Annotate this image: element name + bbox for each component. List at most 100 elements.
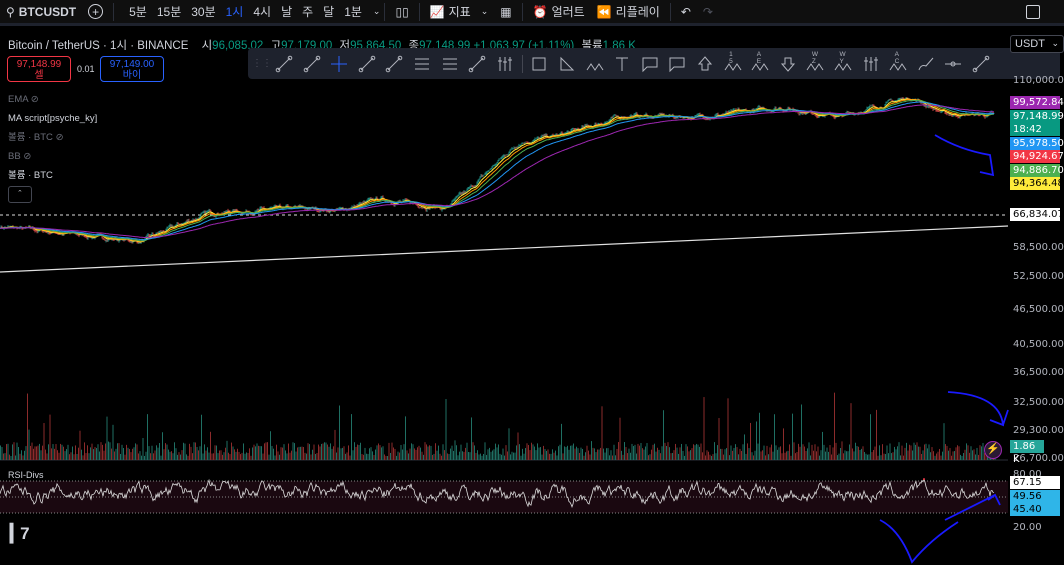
volume-bar	[216, 445, 217, 460]
undo-button[interactable]: ↶	[675, 0, 697, 25]
volume-bar	[315, 453, 316, 460]
volume-bar	[765, 455, 766, 460]
timeframe-2[interactable]: 30분	[186, 3, 220, 20]
volume-bar	[99, 451, 100, 460]
path-tool[interactable]	[581, 50, 608, 77]
volume-bar	[366, 453, 367, 460]
currency-select[interactable]: USDT ⌄	[1010, 35, 1064, 53]
volume-bar	[249, 448, 250, 460]
volume-bar	[780, 446, 781, 460]
volume-bar	[289, 452, 291, 460]
chart-canvas[interactable]	[0, 29, 1064, 565]
bars-pattern-tool[interactable]	[857, 50, 884, 77]
wave-wz-tool[interactable]: W Z	[802, 50, 829, 77]
volume-bar	[16, 442, 18, 460]
timeframe-6[interactable]: 주	[297, 3, 318, 20]
drag-tool[interactable]: ⋮⋮	[252, 50, 272, 77]
horizontal-lines-tool[interactable]	[409, 50, 436, 77]
volume-bar	[111, 448, 112, 460]
redo-button[interactable]: ↷	[697, 0, 719, 25]
note-icon	[669, 57, 685, 72]
volume-bar	[184, 443, 186, 460]
arrow-down-tool[interactable]	[774, 50, 801, 77]
moving-average-line	[0, 99, 995, 243]
sell-button[interactable]: 97,148.99 셀	[7, 56, 71, 82]
volume-bar	[843, 453, 844, 460]
eye-off-icon[interactable]: ⊘	[56, 132, 64, 143]
volume-bar	[394, 448, 396, 460]
timeframe-4[interactable]: 4시	[248, 3, 276, 20]
text-tool[interactable]	[609, 50, 636, 77]
triangle-tool[interactable]	[554, 50, 581, 77]
parallel-channel-tool[interactable]	[381, 50, 408, 77]
volume-bar	[33, 448, 34, 460]
wave-ae-tool[interactable]: A E	[747, 50, 774, 77]
volume-bar	[936, 453, 937, 460]
volume-bar	[673, 450, 675, 460]
chart-type-button[interactable]: ▯▯	[389, 0, 414, 25]
volume-bar	[460, 444, 462, 460]
layouts-button[interactable]: ▦	[494, 0, 517, 25]
volume-bar	[607, 448, 609, 460]
replay-button[interactable]: ⏪ 리플레이	[591, 0, 666, 25]
indicators-button[interactable]: 📈 지표 ⌄	[424, 0, 495, 25]
wave-wy-tool[interactable]: W Y	[829, 50, 856, 77]
compare-button[interactable]: +	[82, 0, 109, 25]
symbol-search[interactable]: ⚲ BTCUSDT	[0, 0, 82, 25]
volume-bar	[286, 453, 288, 460]
timeframe-1[interactable]: 15분	[152, 3, 186, 20]
timeframe-3[interactable]: 1시	[221, 3, 249, 20]
ray-tool[interactable]	[298, 50, 325, 77]
volume-bar	[874, 446, 876, 460]
volume-bar	[367, 453, 369, 460]
eye-off-icon[interactable]: ⊘	[31, 94, 39, 105]
trend-line-tool[interactable]	[271, 50, 298, 77]
wave-15-tool[interactable]: 1 5	[719, 50, 746, 77]
moving-average-line	[0, 98, 995, 243]
volume-bar	[60, 443, 61, 460]
brush-tool[interactable]	[912, 50, 939, 77]
rectangle-tool[interactable]	[526, 50, 553, 77]
wave-ac-tool[interactable]: A C	[885, 50, 912, 77]
eye-off-icon[interactable]: ⊘	[23, 151, 31, 162]
chevron-down-icon[interactable]: ⌄	[373, 6, 381, 17]
timeframe-7[interactable]: 달	[318, 3, 339, 20]
timeframe-8[interactable]: 1분	[339, 3, 367, 20]
extended-line-tool[interactable]	[967, 50, 994, 77]
alert-button[interactable]: ⏰ 얼러트	[527, 0, 591, 25]
indicator-ema[interactable]: EMA ⊘	[8, 90, 97, 109]
volume-bar	[70, 452, 72, 460]
indicator-ma-script[interactable]: MA script[psyche_ky]	[8, 109, 97, 128]
timeframe-5[interactable]: 날	[276, 3, 297, 20]
volume-bar	[957, 445, 958, 460]
horizontal-ray-tool[interactable]	[940, 50, 967, 77]
volume-bar	[303, 447, 304, 460]
note-tool[interactable]	[664, 50, 691, 77]
volume-bar	[376, 445, 378, 460]
volume-bar	[130, 452, 132, 460]
volume-bar	[558, 446, 559, 460]
indicator-bb[interactable]: BB ⊘	[8, 147, 97, 166]
fib-retracement-tool[interactable]	[436, 50, 463, 77]
lightning-badge-icon[interactable]: ⚡	[984, 441, 1002, 459]
callout-tool[interactable]	[636, 50, 663, 77]
arrow-tool[interactable]	[353, 50, 380, 77]
crosshair-tool[interactable]	[326, 50, 353, 77]
pitchfork-tool[interactable]	[491, 50, 518, 77]
volume-bar	[40, 450, 42, 460]
grip-icon[interactable]: ⋮⋮	[252, 58, 272, 69]
volume-bar	[711, 455, 712, 460]
collapse-indicators-button[interactable]: ˆ	[8, 186, 32, 203]
horizontal-ray-icon	[945, 61, 962, 66]
arrow-up-tool[interactable]	[692, 50, 719, 77]
volume-bar	[904, 447, 906, 460]
indicator-volume[interactable]: 볼륨 · BTC	[8, 166, 97, 185]
volume-bar	[96, 448, 97, 460]
triangle-icon	[560, 56, 575, 70]
buy-button[interactable]: 97,149.00 바이	[100, 56, 164, 82]
fib-channel-tool[interactable]	[464, 50, 491, 77]
indicator-volume-hidden[interactable]: 볼륨 · BTC ⊘	[8, 128, 97, 147]
timeframe-0[interactable]: 5분	[124, 3, 152, 20]
volume-bar	[540, 447, 541, 460]
fullscreen-button[interactable]	[1020, 0, 1046, 25]
